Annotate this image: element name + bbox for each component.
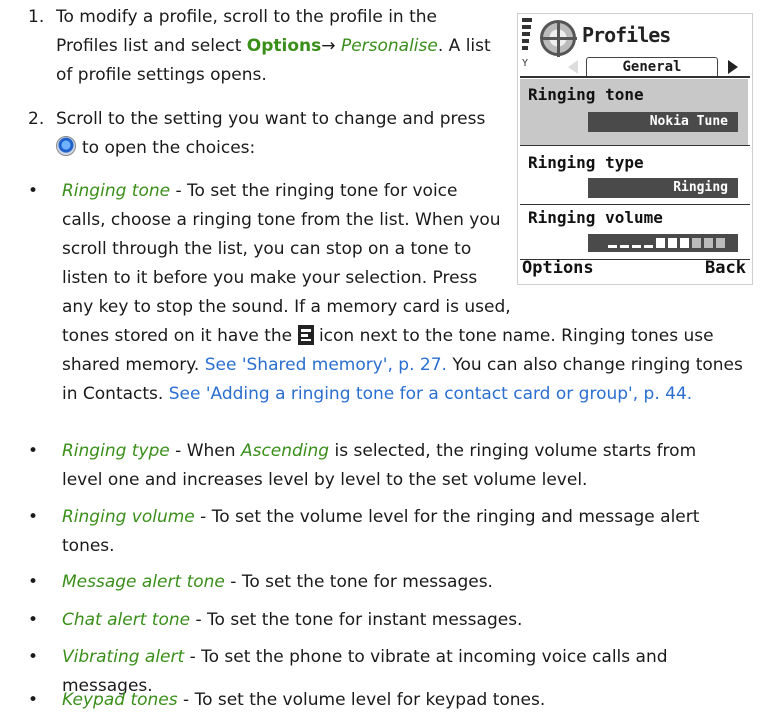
options-softkey[interactable]: Options (522, 258, 594, 278)
volume-segment (632, 245, 641, 248)
volume-level-indicator (608, 238, 728, 248)
setting-row-ringing-volume[interactable]: Ringing volume (520, 206, 748, 258)
bullet-line: Ringing type - When Ascending is selecte… (62, 441, 697, 461)
bullet-line: any key to stop the sound. If a memory c… (62, 297, 511, 317)
volume-segment (644, 245, 653, 248)
step-number: 2. (28, 109, 45, 129)
bullet-line: Vibrating alert - To set the phone to vi… (62, 647, 668, 667)
bullet-line: in Contacts. See 'Adding a ringing tone … (62, 384, 693, 404)
shared-memory-link[interactable]: See 'Shared memory', p. 27. (205, 355, 447, 375)
setting-label: Ringing tone (528, 85, 644, 104)
bullet-dot: • (28, 507, 39, 527)
bullet-dot: • (28, 690, 39, 710)
personalise-term: Personalise (340, 36, 438, 56)
antenna-icon: Y (522, 58, 529, 69)
tab-arrow-right-icon[interactable] (728, 60, 738, 74)
volume-segment (668, 238, 677, 248)
step-2-line: Scroll to the setting you want to change… (56, 109, 486, 129)
step-2-line: to open the choices: (56, 134, 508, 163)
setting-value: Nokia Tune (588, 112, 738, 132)
bullet-ringing-type: • Ringing type - When Ascending is selec… (28, 437, 748, 495)
bullet-keypad-tones: • Keypad tones - To set the volume level… (28, 686, 748, 715)
bullet-line: tones. (62, 536, 115, 556)
tab-general[interactable]: General (586, 57, 718, 77)
phone-screen: Y Profiles General Ringing tone Nokia Tu… (517, 13, 753, 285)
setting-row-ringing-tone[interactable]: Ringing tone Nokia Tune (520, 79, 748, 145)
ringing-type-term: Ringing type (62, 441, 170, 461)
bullet-line: Ringing tone - To set the ringing tone f… (62, 181, 458, 201)
step-1: 1. To modify a profile, scroll to the pr… (28, 3, 508, 90)
bullet-ringing-volume: • Ringing volume - To set the volume lev… (28, 503, 748, 561)
volume-segment (608, 245, 617, 248)
contact-ringing-tone-link[interactable]: See 'Adding a ringing tone for a contact… (169, 384, 692, 404)
volume-segment (692, 238, 701, 248)
setting-value: Ringing (588, 178, 738, 198)
step-number: 1. (28, 7, 45, 27)
navi-key-icon (56, 136, 76, 156)
setting-row-ringing-type[interactable]: Ringing type Ringing (520, 147, 748, 203)
volume-segment (716, 238, 725, 248)
bullet-dot: • (28, 647, 39, 667)
volume-segment (656, 238, 665, 248)
bullet-line: listen to it before you make your select… (62, 268, 478, 288)
profiles-icon (540, 20, 577, 57)
keypad-tones-term: Keypad tones (62, 690, 178, 710)
setting-label: Ringing type (528, 153, 644, 172)
ringing-volume-term: Ringing volume (62, 507, 195, 527)
step-1-line: Profiles list and select Options→ Person… (56, 36, 491, 56)
chat-alert-term: Chat alert tone (62, 610, 191, 630)
tab-arrow-left-icon (568, 60, 578, 74)
step-2: 2. Scroll to the setting you want to cha… (28, 105, 508, 163)
bullet-line: calls, choose a ringing tone from the li… (62, 210, 501, 230)
message-alert-term: Message alert tone (62, 572, 225, 592)
phone-title: Profiles (582, 23, 671, 47)
volume-segment (620, 245, 629, 248)
setting-label: Ringing volume (528, 208, 663, 227)
bullet-line: Ringing volume - To set the volume level… (62, 507, 700, 527)
bullet-line: shared memory. See 'Shared memory', p. 2… (62, 355, 743, 375)
bullet-message-alert: • Message alert tone - To set the tone f… (28, 568, 748, 597)
vibrating-alert-term: Vibrating alert (62, 647, 185, 667)
bullet-dot: • (28, 610, 39, 630)
volume-segment (704, 238, 713, 248)
bullet-dot: • (28, 572, 39, 592)
bullet-chat-alert: • Chat alert tone - To set the tone for … (28, 606, 748, 635)
bullet-line: scroll through the list, you can stop on… (62, 239, 472, 259)
memory-card-icon (297, 325, 314, 345)
step-1-line: of profile settings opens. (56, 65, 267, 85)
bullet-line: tones stored on it have the icon next to… (62, 325, 714, 346)
options-term: Options (246, 36, 322, 56)
ringing-tone-term: Ringing tone (62, 181, 171, 201)
volume-segment (680, 238, 689, 248)
bullet-dot: • (28, 181, 39, 201)
bullet-dot: • (28, 441, 39, 461)
bullet-line: level one and increases level by level t… (62, 470, 588, 490)
ascending-term: Ascending (240, 441, 330, 461)
back-softkey[interactable]: Back (705, 258, 746, 278)
step-1-line: To modify a profile, scroll to the profi… (56, 7, 437, 27)
